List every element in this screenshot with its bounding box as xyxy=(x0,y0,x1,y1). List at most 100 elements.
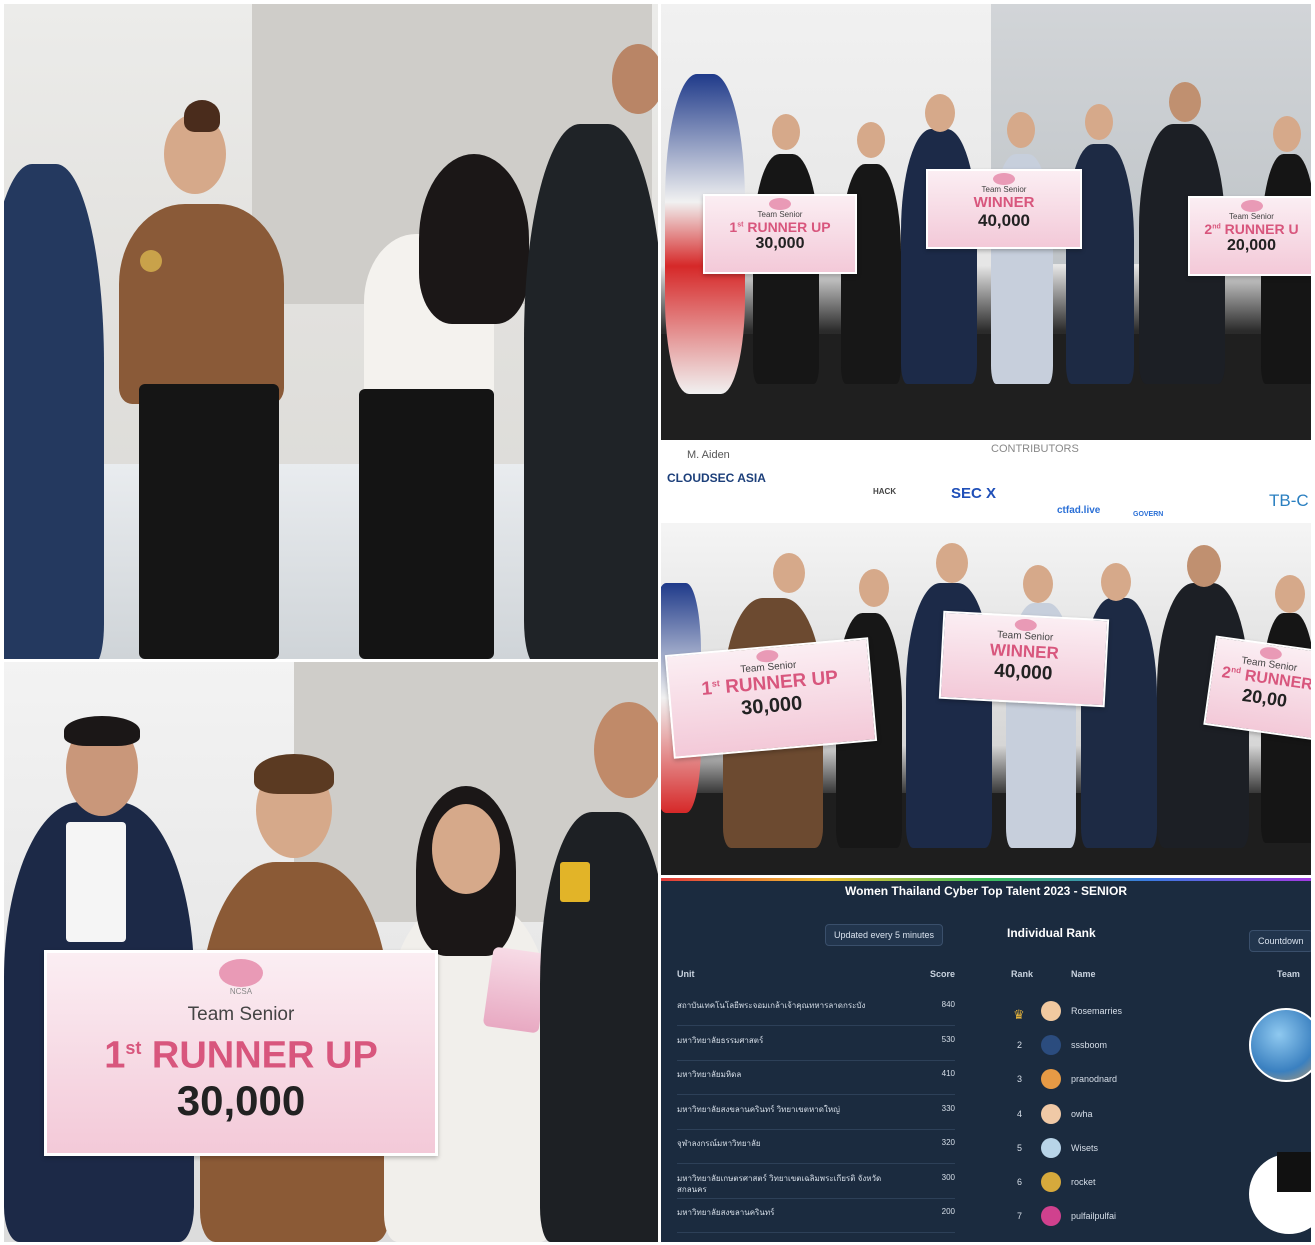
unit-row: มหาวิทยาลัยเกษตรศาสตร์ วิทยาเขตเฉลิมพระเ… xyxy=(667,1165,963,1199)
board-team-label: Team Senior xyxy=(1229,212,1274,221)
unit-row: มหาวิทยาลัยสงขลานครินทร์ 200 xyxy=(667,1199,963,1233)
sponsor-hack: HACK xyxy=(873,487,897,496)
avatar xyxy=(1041,1137,1061,1158)
sponsor-tb: TB-C xyxy=(1269,491,1309,510)
hair-bun xyxy=(184,100,220,132)
player-name: Wisets xyxy=(1071,1142,1098,1153)
board-amount: 20,000 xyxy=(1227,237,1276,254)
head-6 xyxy=(1187,545,1221,587)
sponsor-secx: SEC X xyxy=(951,485,997,502)
photo-award-board: NCSA Team Senior 1st RUNNER UP 30,000 xyxy=(4,662,658,1242)
woman-brown-jacket xyxy=(119,204,284,404)
head-3 xyxy=(936,543,968,583)
player-name: sssboom xyxy=(1071,1040,1108,1051)
unit-score: 410 xyxy=(941,1069,955,1078)
gold-medal xyxy=(140,250,162,272)
unit-row: มหาวิทยาลัยมหิดล 410 xyxy=(667,1061,963,1095)
photo-stage-sponsors: M. Aiden CONTRIBUTORS CLOUDSEC ASIA HACK… xyxy=(661,443,1311,875)
unit-score: 300 xyxy=(941,1172,955,1182)
head-7 xyxy=(1275,575,1305,613)
board-amount: 30,000 xyxy=(176,1076,306,1124)
avatar xyxy=(1041,1172,1061,1192)
sponsor-ctfad: ctfad.live xyxy=(1057,505,1101,516)
board-amount: 30,000 xyxy=(755,235,805,252)
unit-score: 330 xyxy=(941,1103,955,1113)
countdown-button[interactable]: Countdown xyxy=(1249,930,1311,952)
presenter-right-head xyxy=(612,44,658,114)
unit-name: มหาวิทยาลัยมหิดล xyxy=(677,1070,742,1079)
unit-score: 530 xyxy=(941,1034,955,1044)
board-title: WINNER xyxy=(973,194,1035,211)
board-team-label: Team Senior xyxy=(757,210,803,219)
board-logo-icon xyxy=(1240,200,1263,212)
board-title: 1st RUNNER UP xyxy=(729,219,831,235)
woman-black-trousers xyxy=(359,389,494,659)
row-divider xyxy=(677,1232,955,1233)
head-5 xyxy=(1085,104,1113,140)
unit-name: มหาวิทยาลัยเกษตรศาสตร์ วิทยาเขตเฉลิมพระเ… xyxy=(677,1173,882,1194)
player-name: rocket xyxy=(1071,1177,1096,1187)
board-2nd-runner-up: Team Senior 2nd RUNNER U 20,000 xyxy=(1188,196,1311,276)
unit-row: สถาบันเทคโนโลยีพระจอมเกล้าเจ้าคุณทหารลาด… xyxy=(667,992,963,1026)
board-1st-runner-up: NCSA Team Senior 1st RUNNER UP 30,000 xyxy=(44,950,438,1156)
head-1 xyxy=(772,114,800,150)
individual-row: 5 Wisets xyxy=(991,1133,1311,1167)
avatar xyxy=(1041,1206,1061,1227)
board-team-label: Team Senior xyxy=(981,185,1027,194)
board-title: 2nd RUNNER U xyxy=(1204,221,1299,237)
unit-ranking: Updated every 5 minutes Unit Score สถาบั… xyxy=(667,914,963,1234)
head-2 xyxy=(857,122,885,158)
board-amount: 40,000 xyxy=(978,211,1030,230)
leaderboard-title: Women Thailand Cyber Top Talent 2023 - S… xyxy=(844,884,1128,898)
presenter-right xyxy=(524,124,658,659)
individual-row: 4 owha xyxy=(991,1099,1311,1133)
unit-name: จุฬาลงกรณ์มหาวิทยาลัย xyxy=(677,1139,761,1148)
presenter-left xyxy=(4,164,104,659)
photo-stage-group: Team Senior 1st RUNNER UP 30,000 Team Se… xyxy=(661,4,1311,440)
head-7 xyxy=(1273,116,1301,152)
rank-number: 2 xyxy=(1017,1040,1023,1051)
board-team-label: Team Senior xyxy=(187,1004,295,1025)
board-title: 1st RUNNER UP xyxy=(104,1034,378,1077)
unit-score: 840 xyxy=(941,1000,955,1009)
player-name: pranodnard xyxy=(1071,1074,1118,1085)
unit-score: 320 xyxy=(941,1138,955,1147)
avatar xyxy=(1041,1035,1061,1056)
board-2nd-runner-up: Team Senior 2nd RUNNER 20,00 xyxy=(1203,635,1311,741)
board-logo-icon xyxy=(993,173,1015,185)
avatar xyxy=(1041,1001,1061,1021)
sponsor-govern: GOVERN xyxy=(1133,511,1164,518)
col-name: Name xyxy=(1071,969,1096,979)
rainbow-strip xyxy=(661,878,1311,881)
unit-row: มหาวิทยาลัยสงขลานครินทร์ วิทยาเขตหาดใหญ่… xyxy=(667,1096,963,1130)
col-unit: Unit xyxy=(677,969,695,979)
sponsor-contributors: CONTRIBUTORS xyxy=(991,443,1079,455)
board-winner: Team Senior WINNER 40,000 xyxy=(926,169,1082,249)
board-logo-icon xyxy=(769,198,791,210)
board-1st-runner-up: Team Senior 1st RUNNER UP 30,000 xyxy=(703,194,857,274)
woman-hair xyxy=(254,754,334,794)
player-name: Rosemarries xyxy=(1071,1006,1123,1016)
individual-title: Individual Rank xyxy=(1007,926,1096,940)
man-hair xyxy=(64,716,140,746)
avatar xyxy=(1041,1069,1061,1090)
unit-row: มหาวิทยาลัยธรรมศาสตร์ 530 xyxy=(667,1027,963,1061)
rank-number: 6 xyxy=(1017,1177,1023,1187)
black-trousers xyxy=(139,384,279,659)
long-black-hair xyxy=(419,154,529,324)
leaderboard-screen: Women Thailand Cyber Top Talent 2023 - S… xyxy=(661,878,1311,1242)
board-logo-icon xyxy=(219,959,263,987)
unit-name: สถาบันเทคโนโลยีพระจอมเกล้าเจ้าคุณทหารลาด… xyxy=(677,1001,866,1010)
player-name: owha xyxy=(1071,1108,1093,1119)
avatar xyxy=(1041,1103,1061,1124)
rank-number: 4 xyxy=(1017,1108,1023,1119)
rank-number: 3 xyxy=(1017,1074,1023,1085)
col-score: Score xyxy=(929,969,955,979)
sponsor-m-aiden: M. Aiden xyxy=(687,449,730,461)
rank-number: 5 xyxy=(1017,1142,1023,1153)
unit-name: มหาวิทยาลัยสงขลานครินทร์ xyxy=(677,1208,775,1217)
person-3 xyxy=(901,129,977,384)
stop-icon xyxy=(1277,1152,1311,1192)
head-4 xyxy=(1007,112,1035,148)
unit-score: 200 xyxy=(941,1207,955,1216)
